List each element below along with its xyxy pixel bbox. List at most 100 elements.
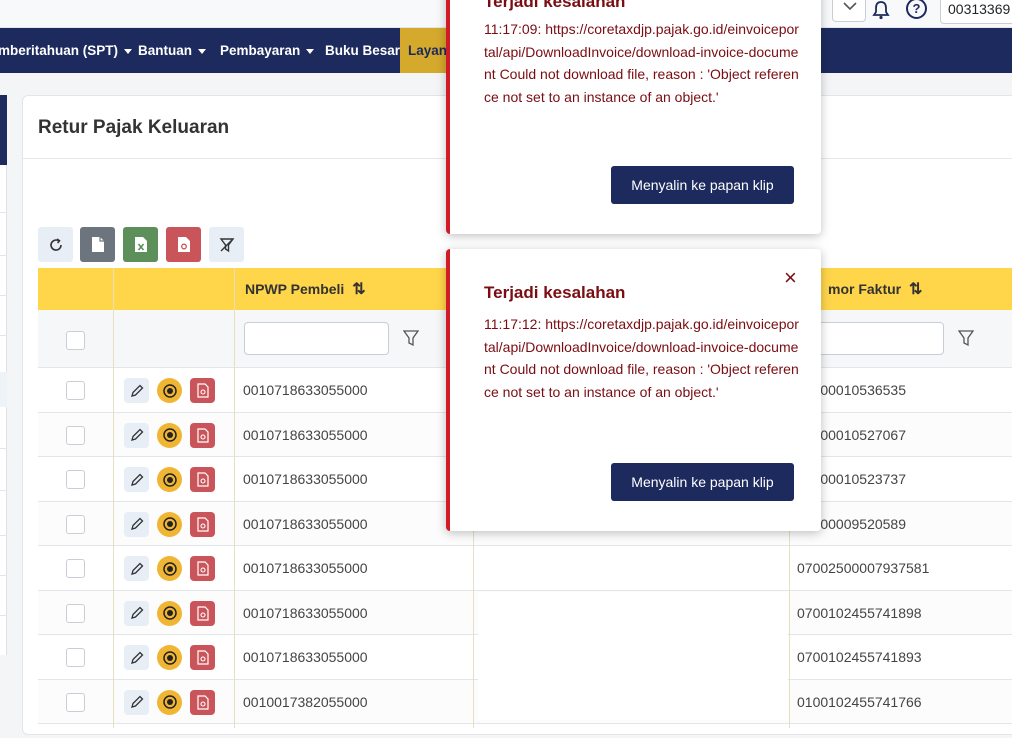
document-icon: [91, 237, 104, 252]
pdf-icon: [196, 516, 209, 532]
npwp-cell: 0010718633055000: [243, 649, 368, 665]
status-button[interactable]: [157, 467, 182, 492]
error-toast: Terjadi kesalahan 11:17:09: https://core…: [446, 0, 821, 234]
caret-down-icon: [198, 48, 206, 54]
side-panel: [0, 95, 7, 655]
edit-button[interactable]: [124, 378, 149, 403]
copy-to-clipboard-button[interactable]: Menyalin ke papan klip: [611, 463, 794, 501]
edit-button[interactable]: [124, 511, 149, 537]
pencil-icon: [130, 606, 143, 619]
taxpayer-id-field[interactable]: 00313369: [940, 0, 1012, 24]
pencil-icon: [130, 651, 143, 664]
table-row[interactable]: 0010718633055000 07002500007937581: [38, 546, 1012, 591]
record-icon: [162, 606, 177, 620]
copy-to-clipboard-button[interactable]: Menyalin ke papan klip: [611, 166, 794, 204]
pdf-icon: [196, 650, 209, 665]
help-icon[interactable]: ?: [906, 0, 927, 19]
export-excel-button[interactable]: [123, 227, 158, 262]
npwp-filter-input[interactable]: [244, 322, 389, 355]
toast-title: Terjadi kesalahan: [484, 283, 626, 302]
filter-icon[interactable]: [402, 330, 420, 352]
pencil-icon: [130, 562, 143, 575]
edit-button[interactable]: [124, 645, 149, 670]
toast-message: 11:17:12: https://coretaxdjp.pajak.go.id…: [484, 316, 799, 400]
row-checkbox[interactable]: [66, 470, 85, 489]
download-pdf-button[interactable]: [190, 378, 215, 403]
toast-title: Terjadi kesalahan: [484, 0, 626, 11]
row-checkbox[interactable]: [66, 514, 85, 534]
pencil-icon: [130, 517, 143, 530]
column-nomor-faktur[interactable]: mor Faktur ⇅: [828, 268, 922, 310]
pencil-icon: [130, 473, 143, 486]
status-button[interactable]: [157, 511, 182, 537]
edit-button[interactable]: [124, 556, 149, 581]
nav-item-bantuan[interactable]: Bantuan: [138, 28, 206, 73]
notification-bell-icon[interactable]: [871, 0, 891, 25]
pencil-icon: [130, 428, 143, 441]
row-checkbox[interactable]: [66, 648, 85, 667]
error-toast: × Terjadi kesalahan 11:17:12: https://co…: [446, 249, 821, 531]
record-icon: [162, 695, 177, 709]
row-checkbox[interactable]: [66, 425, 85, 445]
download-pdf-button[interactable]: [190, 467, 215, 492]
download-pdf-button[interactable]: [190, 689, 215, 715]
nav-item-pembayaran[interactable]: Pembayaran: [220, 28, 315, 73]
status-button[interactable]: [157, 689, 182, 715]
status-button[interactable]: [157, 556, 182, 581]
filter-icon[interactable]: [957, 330, 975, 352]
edit-button[interactable]: [124, 689, 149, 715]
record-icon: [162, 517, 177, 531]
row-checkbox[interactable]: [66, 692, 85, 712]
status-button[interactable]: [157, 378, 182, 403]
faktur-cell: 0700102455741898: [797, 604, 922, 621]
download-pdf-button[interactable]: [190, 556, 215, 581]
select-all-checkbox[interactable]: [66, 331, 85, 350]
npwp-cell: 0010718633055000: [243, 515, 368, 532]
record-icon: [162, 383, 177, 398]
status-button[interactable]: [157, 645, 182, 670]
record-icon: [162, 650, 177, 665]
npwp-cell: 0010718633055000: [243, 604, 368, 621]
edit-button[interactable]: [124, 422, 149, 448]
download-pdf-button[interactable]: [190, 422, 215, 448]
download-pdf-button[interactable]: [190, 600, 215, 626]
close-icon[interactable]: ×: [784, 267, 797, 289]
row-checkbox[interactable]: [66, 603, 85, 623]
download-pdf-button[interactable]: [190, 645, 215, 670]
pdf-icon: [196, 605, 209, 621]
row-checkbox[interactable]: [66, 559, 85, 578]
clear-filter-button[interactable]: [209, 227, 244, 262]
pencil-icon: [130, 384, 143, 397]
pdf-icon: [196, 427, 209, 443]
export-pdf-button[interactable]: [166, 227, 201, 262]
redacted-area: [478, 640, 788, 720]
pdf-icon: [196, 694, 209, 710]
caret-down-icon: [124, 48, 133, 54]
edit-button[interactable]: [124, 600, 149, 626]
download-pdf-button[interactable]: [190, 511, 215, 537]
record-icon: [162, 561, 177, 576]
edit-button[interactable]: [124, 467, 149, 492]
refresh-button[interactable]: [38, 227, 73, 262]
export-document-button[interactable]: [80, 227, 115, 262]
status-button[interactable]: [157, 422, 182, 448]
sort-icon[interactable]: ⇅: [909, 281, 922, 298]
language-dropdown[interactable]: [832, 0, 866, 22]
pencil-icon: [130, 695, 143, 708]
nav-item-buku-besar[interactable]: Buku Besar: [325, 28, 400, 73]
sort-icon[interactable]: ⇅: [352, 281, 365, 298]
side-panel-accent: [0, 95, 7, 165]
pdf-icon: [177, 237, 190, 252]
status-button[interactable]: [157, 600, 182, 626]
npwp-cell: 0010017382055000: [243, 693, 368, 710]
row-checkbox[interactable]: [66, 381, 85, 400]
pdf-icon: [196, 472, 209, 487]
record-icon: [162, 428, 177, 442]
column-npwp-pembeli[interactable]: NPWP Pembeli ⇅: [245, 268, 366, 310]
filter-off-icon: [219, 237, 234, 252]
npwp-cell: 0010718633055000: [243, 426, 368, 443]
redacted-area: [478, 592, 788, 636]
page-title: Retur Pajak Keluaran: [38, 117, 230, 138]
nav-item-pemberitahuan[interactable]: mberitahuan (SPT): [0, 28, 133, 73]
refresh-icon: [49, 237, 62, 251]
